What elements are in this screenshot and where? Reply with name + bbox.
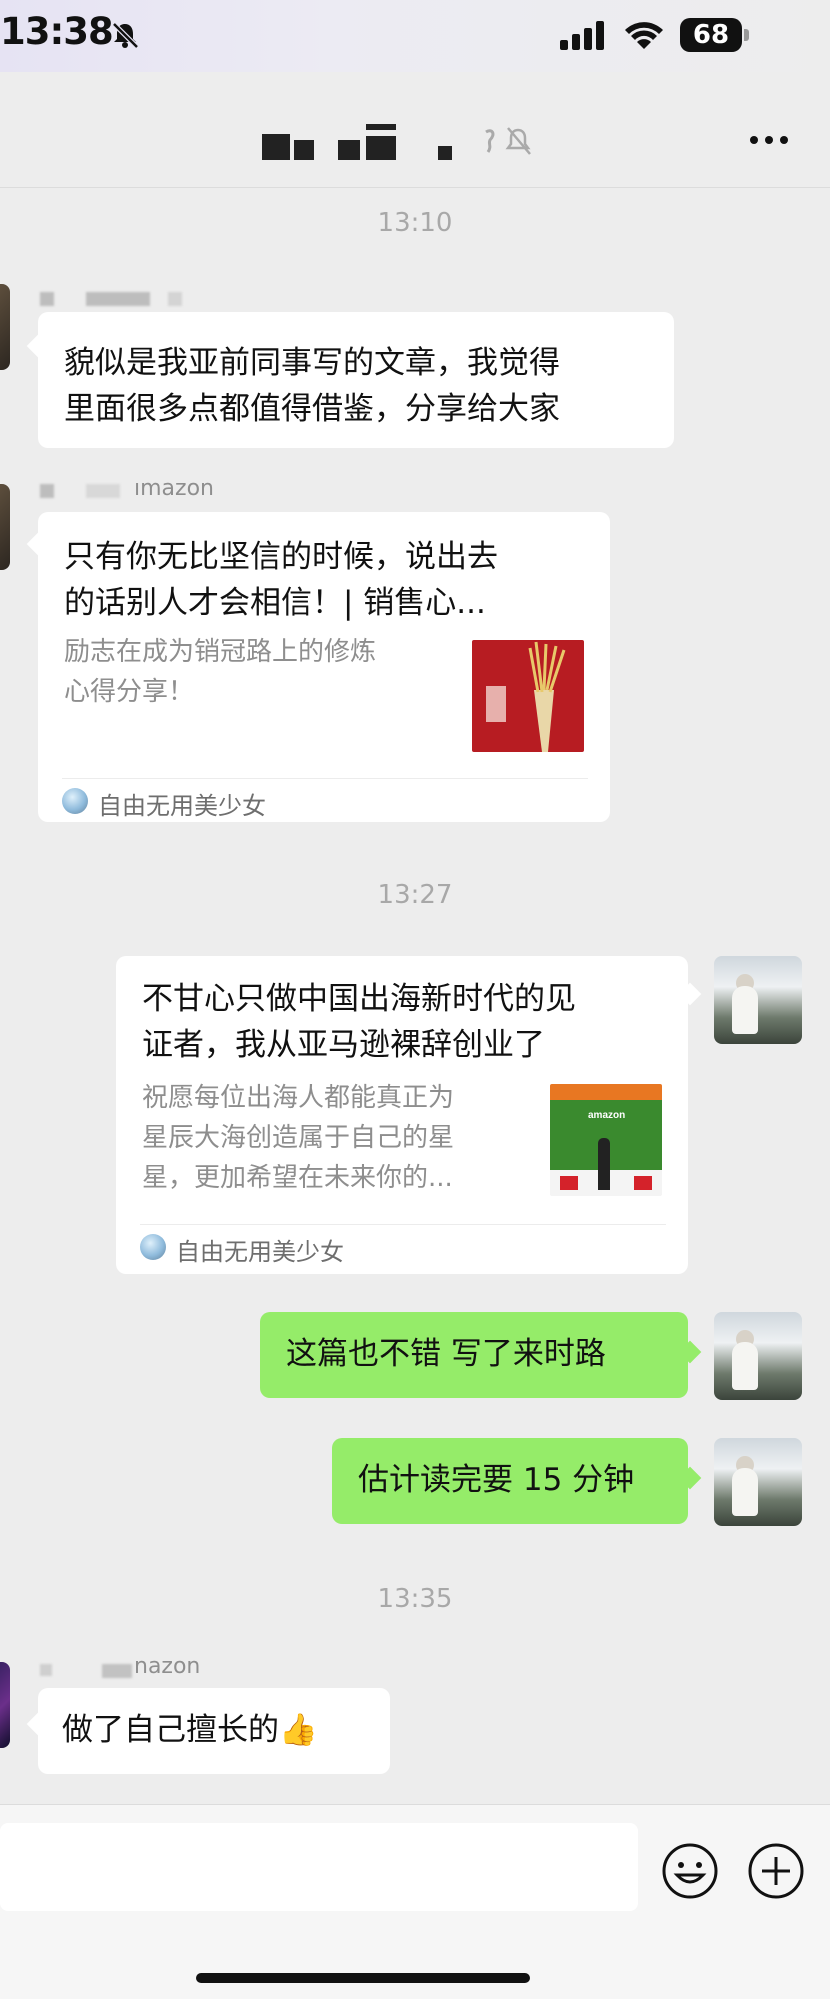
card-divider [140,1224,666,1225]
card-title-line: 只有你无比坚信的时候，说出去 [64,539,498,575]
timestamp-1327: 13:27 [377,880,453,910]
sender-name-redacted [86,484,120,498]
sender-name: ımazon [134,476,214,501]
message-bubble[interactable]: 这篇也不错 写了来时路 [260,1312,688,1398]
card-thumbnail: amazon [550,1084,662,1196]
link-card[interactable]: 不甘心只做中国出海新时代的见 证者，我从亚马逊裸辞创业了 祝愿每位出海人都能真正… [116,956,688,1274]
account-avatar-icon [62,788,88,814]
more-horizontal-icon[interactable] [748,128,790,152]
avatar-self[interactable] [714,1438,802,1526]
thumb-logo-text: amazon [588,1110,626,1121]
link-card[interactable]: 只有你无比坚信的时候，说出去 的话别人才会相信！| 销售心... 励志在成为销冠… [38,512,610,822]
sender-name: nazon [134,1654,201,1679]
home-indicator [196,1973,530,1983]
message-input[interactable] [0,1823,638,1911]
status-time: 13:38 [0,10,114,53]
thumb-chair [560,1176,578,1190]
chat-title-redacted [262,124,462,162]
thumb-chair [634,1176,652,1190]
card-title-line: 不甘心只做中国出海新时代的见 [142,981,576,1017]
card-title-line: 的话别人才会相信！| 销售心... [64,585,486,621]
plus-icon[interactable] [746,1841,806,1901]
avatar-self[interactable] [714,1312,802,1400]
wheat-image [486,641,566,752]
sender-name-redacted [102,1664,132,1678]
card-source: 自由无用美少女 [98,792,266,820]
card-source: 自由无用美少女 [176,1238,344,1266]
timestamp-1310: 13:10 [377,208,453,238]
status-bar: 13:38 68 [0,0,830,72]
timestamp-1335: 13:35 [377,1584,453,1614]
account-avatar-icon [140,1234,166,1260]
card-desc-line: 星，更加希望在未来你的... [142,1163,453,1193]
sender-name-redacted [40,484,54,498]
sender-name-redacted [86,292,150,306]
card-desc-line: 励志在成为销冠路上的修炼 [64,637,377,667]
wifi-icon [625,22,663,49]
message-text-line: 貌似是我亚前同事写的文章，我觉得 [64,345,560,381]
avatar[interactable] [0,284,10,370]
message-bubble[interactable]: 貌似是我亚前同事写的文章，我觉得 里面很多点都值得借鉴，分享给大家 [38,312,674,448]
sender-name-redacted [168,292,182,306]
sender-name-redacted [40,292,54,306]
message-bubble[interactable]: 做了自己擅长的👍 [38,1688,390,1774]
signal-icon [560,21,604,50]
battery-tip [744,29,749,41]
message-text-line: 里面很多点都值得借鉴，分享给大家 [64,391,560,427]
bell-off-icon [112,22,139,49]
thumb-person [598,1138,610,1190]
card-desc-line: 祝愿每位出海人都能真正为 [142,1083,455,1113]
avatar[interactable] [0,1662,10,1748]
emoji-icon[interactable] [660,1841,720,1901]
avatar[interactable] [0,484,10,570]
card-desc-line: 心得分享！ [64,677,195,707]
message-bubble[interactable]: 估计读完要 15 分钟 [332,1438,688,1524]
sender-name-redacted [40,1664,52,1676]
battery-indicator: 68 [680,18,742,52]
avatar-self[interactable] [714,956,802,1044]
card-title-line: 证者，我从亚马逊裸辞创业了 [142,1027,545,1063]
input-bar [0,1804,830,1999]
muted-icon [485,127,531,155]
card-divider [62,778,588,779]
card-thumbnail [472,640,584,752]
chat-nav-bar [0,72,830,188]
card-desc-line: 星辰大海创造属于自己的星 [142,1123,455,1153]
thumb-header-stripe [550,1084,662,1100]
